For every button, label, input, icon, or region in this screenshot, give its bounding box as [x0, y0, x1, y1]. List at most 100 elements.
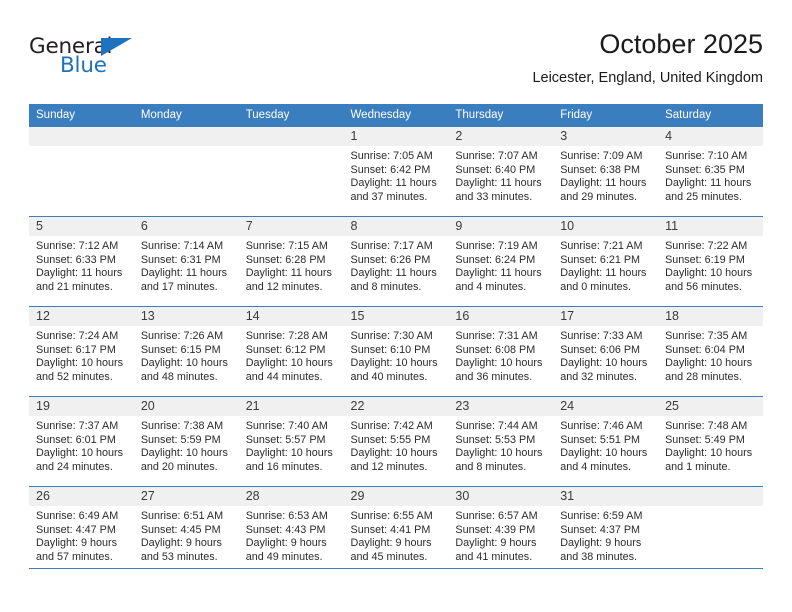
daylight-text: Daylight: 9 hours and 41 minutes.: [455, 537, 537, 563]
sunrise-text: Sunrise: 7:33 AM: [560, 330, 643, 342]
day-details: Sunrise: 7:19 AM Sunset: 6:24 PM Daylight:…: [448, 236, 553, 294]
sunset-text: Sunset: 6:15 PM: [140, 343, 221, 356]
day-number: 30: [448, 487, 554, 506]
calendar-day-cell[interactable]: 30 Sunrise: 6:57 AM Sunset: 4:39 PM Dayligh…: [448, 486, 554, 577]
calendar-day-cell-empty: [29, 126, 134, 217]
sunrise-text: Sunrise: 7:24 AM: [36, 330, 119, 342]
weekday-header-monday: Monday: [133, 104, 239, 127]
calendar-day-cell[interactable]: 11 Sunrise: 7:22 AM Sunset: 6:19 PM Dayligh…: [658, 216, 763, 307]
calendar-day-cell[interactable]: 12 Sunrise: 7:24 AM Sunset: 6:17 PM Dayligh…: [29, 306, 134, 397]
day-details: Sunrise: 7:17 AM Sunset: 6:26 PM Daylight:…: [344, 236, 449, 294]
calendar-day-cell[interactable]: 20 Sunrise: 7:38 AM Sunset: 5:59 PM Dayligh…: [133, 396, 239, 487]
daylight-text: Daylight: 10 hours and 32 minutes.: [560, 357, 648, 383]
calendar-day-cell[interactable]: 4 Sunrise: 7:10 AM Sunset: 6:35 PM Daylight…: [658, 126, 763, 217]
sunset-text: Sunset: 5:51 PM: [560, 433, 641, 446]
calendar-body: 1 Sunrise: 7:05 AM Sunset: 6:42 PM Daylight…: [29, 126, 763, 577]
logo-text-blue: Blue: [60, 53, 107, 78]
day-number: 26: [29, 487, 134, 506]
sunset-text: Sunset: 6:01 PM: [36, 433, 116, 446]
calendar-day-cell[interactable]: 31 Sunrise: 6:59 AM Sunset: 4:37 PM Dayligh…: [553, 486, 659, 577]
calendar-day-cell[interactable]: 27 Sunrise: 6:51 AM Sunset: 4:45 PM Dayligh…: [133, 486, 239, 577]
calendar-day-cell[interactable]: 19 Sunrise: 7:37 AM Sunset: 6:01 PM Dayligh…: [29, 396, 134, 487]
sunset-text: Sunset: 5:55 PM: [350, 433, 431, 446]
daylight-text: Daylight: 10 hours and 52 minutes.: [36, 357, 124, 383]
page-title: October 2025: [599, 29, 763, 59]
general-blue-logo[interactable]: General Blue: [29, 34, 239, 90]
weekday-header-thursday: Thursday: [448, 104, 554, 127]
calendar-day-cell[interactable]: 25 Sunrise: 7:48 AM Sunset: 5:49 PM Dayligh…: [658, 396, 763, 487]
sunrise-text: Sunrise: 7:46 AM: [560, 420, 643, 432]
calendar-day-cell-empty: [133, 126, 239, 217]
sunset-text: Sunset: 6:38 PM: [560, 163, 641, 176]
calendar-week-row: 26 Sunrise: 6:49 AM Sunset: 4:47 PM Dayligh…: [29, 486, 763, 577]
calendar-day-cell[interactable]: 21 Sunrise: 7:40 AM Sunset: 5:57 PM Dayligh…: [238, 396, 344, 487]
calendar-day-cell[interactable]: 2 Sunrise: 7:07 AM Sunset: 6:40 PM Daylight…: [448, 126, 554, 217]
day-details: Sunrise: 7:40 AM Sunset: 5:57 PM Daylight:…: [239, 416, 344, 474]
calendar-day-cell[interactable]: 22 Sunrise: 7:42 AM Sunset: 5:55 PM Dayligh…: [343, 396, 449, 487]
calendar-day-cell[interactable]: 10 Sunrise: 7:21 AM Sunset: 6:21 PM Dayligh…: [553, 216, 659, 307]
daylight-text: Daylight: 10 hours and 20 minutes.: [140, 447, 228, 473]
day-number: 3: [553, 127, 659, 146]
calendar-week-row: 19 Sunrise: 7:37 AM Sunset: 6:01 PM Dayligh…: [29, 396, 763, 487]
daylight-text: Daylight: 11 hours and 0 minutes.: [560, 267, 647, 293]
calendar-day-cell[interactable]: 1 Sunrise: 7:05 AM Sunset: 6:42 PM Daylight…: [343, 126, 449, 217]
sunrise-text: Sunrise: 7:09 AM: [560, 150, 643, 162]
day-details: Sunrise: 7:48 AM Sunset: 5:49 PM Daylight:…: [658, 416, 763, 474]
calendar-day-cell[interactable]: 23 Sunrise: 7:44 AM Sunset: 5:53 PM Dayligh…: [448, 396, 554, 487]
daylight-text: Daylight: 10 hours and 16 minutes.: [245, 447, 333, 473]
calendar-day-cell[interactable]: 14 Sunrise: 7:28 AM Sunset: 6:12 PM Dayligh…: [238, 306, 344, 397]
sunset-text: Sunset: 6:04 PM: [665, 343, 745, 356]
calendar-day-cell[interactable]: 26 Sunrise: 6:49 AM Sunset: 4:47 PM Dayligh…: [29, 486, 134, 577]
page-subtitle: Leicester, England, United Kingdom: [532, 70, 763, 86]
sunrise-text: Sunrise: 7:12 AM: [36, 240, 119, 252]
day-number: 12: [29, 307, 134, 326]
daylight-text: Daylight: 11 hours and 37 minutes.: [350, 177, 437, 203]
daylight-text: Daylight: 11 hours and 12 minutes.: [245, 267, 332, 293]
day-number: 18: [658, 307, 763, 326]
sunset-text: Sunset: 5:49 PM: [665, 433, 745, 446]
weekday-header-row: Sunday Monday Tuesday Wednesday Thursday…: [29, 104, 763, 127]
calendar-day-cell[interactable]: 24 Sunrise: 7:46 AM Sunset: 5:51 PM Dayligh…: [553, 396, 659, 487]
calendar-day-cell[interactable]: 7 Sunrise: 7:15 AM Sunset: 6:28 PM Daylight…: [238, 216, 344, 307]
calendar-day-cell[interactable]: 8 Sunrise: 7:17 AM Sunset: 6:26 PM Daylight…: [343, 216, 449, 307]
calendar-day-cell[interactable]: 6 Sunrise: 7:14 AM Sunset: 6:31 PM Daylight…: [133, 216, 239, 307]
day-number: 8: [343, 217, 449, 236]
day-details: Sunrise: 7:15 AM Sunset: 6:28 PM Daylight:…: [239, 236, 344, 294]
weekday-header-friday: Friday: [553, 104, 659, 127]
sunrise-text: Sunrise: 7:48 AM: [665, 420, 748, 432]
calendar-day-cell[interactable]: 9 Sunrise: 7:19 AM Sunset: 6:24 PM Daylight…: [448, 216, 554, 307]
day-details: Sunrise: 7:38 AM Sunset: 5:59 PM Daylight:…: [134, 416, 239, 474]
calendar-day-cell[interactable]: 13 Sunrise: 7:26 AM Sunset: 6:15 PM Dayligh…: [133, 306, 239, 397]
sunset-text: Sunset: 6:17 PM: [36, 343, 116, 356]
day-number: 23: [448, 397, 554, 416]
calendar-day-cell[interactable]: 5 Sunrise: 7:12 AM Sunset: 6:33 PM Daylight…: [29, 216, 134, 307]
calendar-day-cell[interactable]: 28 Sunrise: 6:53 AM Sunset: 4:43 PM Dayligh…: [238, 486, 344, 577]
sunset-text: Sunset: 6:06 PM: [560, 343, 641, 356]
day-details: Sunrise: 7:35 AM Sunset: 6:04 PM Daylight:…: [658, 326, 763, 384]
calendar-day-cell[interactable]: 15 Sunrise: 7:30 AM Sunset: 6:10 PM Dayligh…: [343, 306, 449, 397]
day-details: Sunrise: 7:05 AM Sunset: 6:42 PM Daylight:…: [344, 146, 449, 204]
sunset-text: Sunset: 5:59 PM: [140, 433, 221, 446]
sunrise-text: Sunrise: 7:07 AM: [455, 150, 538, 162]
calendar-day-cell[interactable]: 16 Sunrise: 7:31 AM Sunset: 6:08 PM Dayligh…: [448, 306, 554, 397]
calendar-day-cell[interactable]: 3 Sunrise: 7:09 AM Sunset: 6:38 PM Daylight…: [553, 126, 659, 217]
daylight-text: Daylight: 10 hours and 28 minutes.: [665, 357, 753, 383]
page-header: General Blue October 2025 Leicester, Eng…: [29, 28, 763, 96]
weekday-header-tuesday: Tuesday: [238, 104, 344, 127]
calendar-week-row: 12 Sunrise: 7:24 AM Sunset: 6:17 PM Dayligh…: [29, 306, 763, 397]
daylight-text: Daylight: 11 hours and 17 minutes.: [140, 267, 228, 293]
sunset-text: Sunset: 6:40 PM: [455, 163, 536, 176]
sunrise-text: Sunrise: 7:15 AM: [245, 240, 328, 252]
day-number: 20: [133, 397, 239, 416]
daylight-text: Daylight: 11 hours and 25 minutes.: [665, 177, 752, 203]
calendar-day-cell[interactable]: 29 Sunrise: 6:55 AM Sunset: 4:41 PM Dayligh…: [343, 486, 449, 577]
day-details: Sunrise: 7:26 AM Sunset: 6:15 PM Daylight:…: [134, 326, 239, 384]
day-details: Sunrise: 6:55 AM Sunset: 4:41 PM Daylight:…: [344, 506, 449, 564]
calendar-day-cell[interactable]: 17 Sunrise: 7:33 AM Sunset: 6:06 PM Dayligh…: [553, 306, 659, 397]
day-number: 16: [448, 307, 554, 326]
sunset-text: Sunset: 4:39 PM: [455, 523, 536, 536]
day-details: Sunrise: 7:22 AM Sunset: 6:19 PM Daylight:…: [658, 236, 763, 294]
sunset-text: Sunset: 4:45 PM: [140, 523, 221, 536]
calendar-day-cell[interactable]: 18 Sunrise: 7:35 AM Sunset: 6:04 PM Dayligh…: [658, 306, 763, 397]
day-number: 21: [238, 397, 344, 416]
